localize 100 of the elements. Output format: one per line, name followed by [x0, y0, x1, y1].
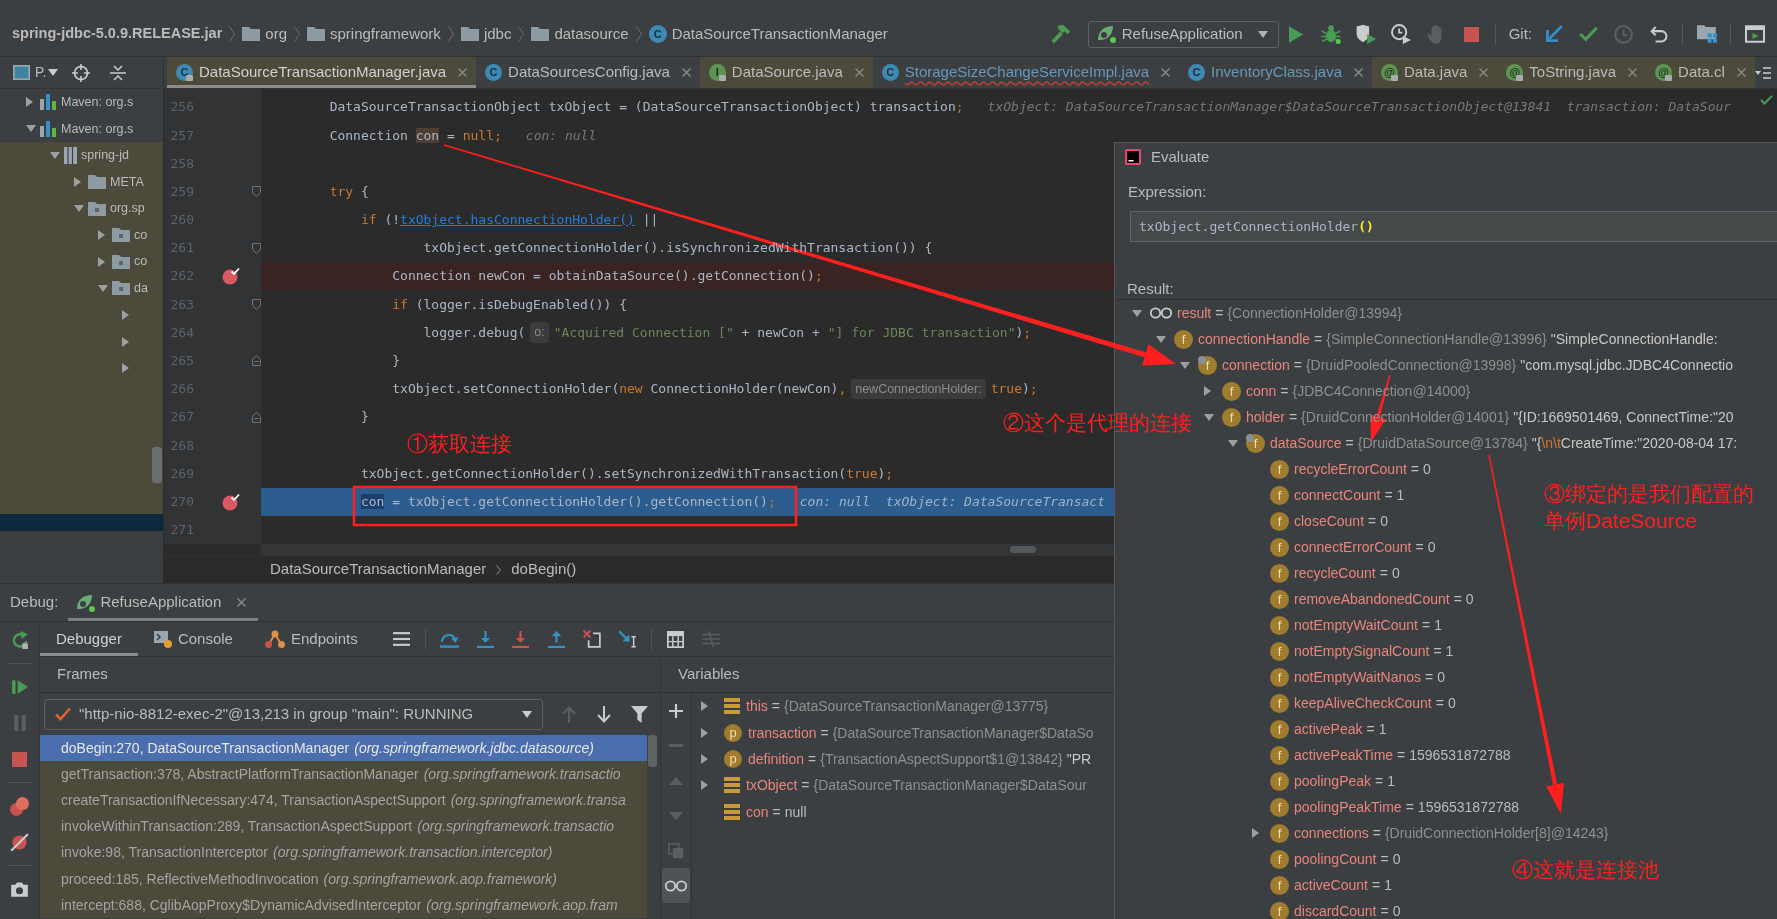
glasses-icon[interactable] — [665, 879, 687, 892]
caret-down-icon[interactable] — [1132, 309, 1142, 317]
plus-icon[interactable] — [669, 703, 683, 718]
breakpoints-icon[interactable] — [10, 796, 29, 816]
close-icon[interactable] — [458, 68, 468, 77]
hammer-icon[interactable] — [1051, 24, 1072, 44]
debugger-tab[interactable]: Console — [137, 622, 249, 656]
stop-icon[interactable] — [12, 751, 27, 767]
bug-icon[interactable] — [1321, 24, 1342, 44]
caret-down-icon[interactable] — [1228, 439, 1238, 447]
caret-down-icon[interactable] — [522, 710, 532, 718]
stack-frame-row[interactable]: proceed:185, ReflectiveMethodInvocation (org.springframework.aop.framework) — [40, 865, 647, 893]
stack-frame-row[interactable]: invoke:98, TransactionInterceptor (org.springframework.transaction.interceptor) — [40, 839, 647, 866]
debugger-tab[interactable]: Endpoints — [248, 622, 374, 656]
debugger-tab[interactable]: Debugger — [40, 622, 138, 656]
caret-down-icon[interactable] — [1180, 361, 1190, 369]
fold-marker-icon[interactable] — [252, 186, 261, 198]
tree-item-label[interactable]: Maven: org.s — [61, 119, 134, 139]
step-into-icon[interactable] — [476, 630, 494, 648]
run-to-cursor-icon[interactable] — [617, 630, 637, 648]
caret-right-icon[interactable] — [1204, 386, 1211, 396]
caret-right-icon[interactable] — [701, 727, 708, 738]
project-view-dropdown[interactable]: P. — [35, 62, 59, 83]
filter-icon[interactable] — [631, 705, 649, 723]
expression-field[interactable]: txObject.getConnectionHolder() — [1130, 211, 1777, 242]
arrow-down-left-icon[interactable] — [1544, 25, 1563, 43]
scrollbar-thumb[interactable] — [648, 735, 657, 767]
session-tab[interactable]: RefuseApplication — [68, 584, 259, 621]
close-icon[interactable] — [1479, 68, 1489, 77]
fold-marker-icon[interactable] — [252, 411, 261, 423]
tree-item-label[interactable]: Maven: org.s — [61, 92, 134, 112]
stop-icon[interactable] — [1463, 26, 1479, 42]
caret-right-icon[interactable] — [98, 256, 105, 267]
stack-frame-row[interactable]: getTransaction:378, AbstractPlatformTransactionManager (org.springframework.transactio — [40, 761, 647, 788]
menu-icon[interactable] — [392, 632, 410, 646]
breadcrumb-item[interactable]: springframework — [330, 22, 441, 46]
tree-item-label[interactable]: co — [134, 252, 148, 272]
close-icon[interactable] — [1354, 68, 1363, 77]
breakpoint-icon[interactable] — [222, 492, 240, 511]
caret-right-icon[interactable] — [26, 97, 33, 108]
force-step-into-icon[interactable] — [512, 630, 530, 648]
folder-grid-icon[interactable] — [1696, 25, 1717, 43]
tree-item-label[interactable]: spring-jd — [81, 146, 129, 165]
editor-tab[interactable]: C DataSourceTransactionManager.java — [167, 57, 477, 88]
fold-marker-icon[interactable] — [252, 242, 261, 254]
tree-item-label[interactable]: org.sp — [110, 199, 145, 219]
close-icon[interactable] — [1736, 68, 1746, 77]
breadcrumb-item[interactable]: org — [265, 22, 287, 46]
step-out-icon[interactable] — [547, 630, 565, 648]
run-configuration-dropdown[interactable]: RefuseApplication — [1087, 20, 1279, 48]
close-icon[interactable] — [237, 598, 247, 607]
caret-right-icon[interactable] — [122, 310, 129, 321]
undo-icon[interactable] — [1649, 25, 1668, 43]
window-play-icon[interactable] — [1744, 25, 1765, 43]
code-link[interactable]: txObject.hasConnectionHolder() — [400, 212, 635, 228]
close-icon[interactable] — [1161, 68, 1171, 77]
caret-down-icon[interactable] — [74, 205, 84, 213]
caret-down-icon[interactable] — [48, 69, 59, 76]
breadcrumb-item[interactable]: DataSourceTransactionManager — [671, 22, 888, 46]
caret-right-icon[interactable] — [122, 363, 129, 374]
breadcrumb-item[interactable]: spring-jdbc-5.0.9.RELEASE.jar — [12, 23, 223, 45]
breadcrumb-item[interactable]: DataSourceTransactionManager — [270, 558, 487, 581]
scrollbar-thumb[interactable] — [152, 447, 162, 483]
tree-item-label[interactable]: META — [110, 172, 144, 192]
resume-icon[interactable] — [10, 678, 29, 696]
breakpoint-icon[interactable] — [222, 267, 240, 286]
breadcrumb-item[interactable]: datasource — [554, 22, 629, 46]
drop-frame-icon[interactable] — [582, 630, 601, 648]
stack-frame-row[interactable]: createTransactionIfNecessary:474, TransactionAspectSupport (org.springframework.transa — [40, 787, 647, 814]
caret-down-icon[interactable] — [1204, 413, 1214, 421]
calculator-icon[interactable] — [667, 630, 685, 648]
stack-frame-row[interactable]: invokeWithinTransaction:289, TransactionAspectSupport (org.springframework.transactio — [40, 813, 647, 840]
tree-item-label[interactable]: da — [134, 279, 148, 298]
caret-right-icon[interactable] — [701, 780, 708, 791]
tab-list-icon[interactable] — [1754, 66, 1771, 79]
close-icon[interactable] — [854, 68, 864, 77]
timer-play-icon[interactable] — [1391, 24, 1412, 44]
camera-icon[interactable] — [10, 880, 29, 898]
rerun-icon[interactable] — [10, 631, 29, 649]
caret-right-icon[interactable] — [74, 177, 81, 188]
check-icon[interactable] — [1579, 26, 1598, 42]
stack-frame-row[interactable]: doBegin:270, DataSourceTransactionManager (org.springframework.jdbc.datasource) — [40, 735, 647, 762]
caret-down-icon[interactable] — [26, 125, 36, 133]
tree-row[interactable]: Maven: org.s — [0, 89, 163, 116]
muted-breakpoint-icon[interactable] — [10, 832, 29, 852]
collapse-icon[interactable] — [110, 64, 127, 81]
tree-row[interactable]: Maven: org.s — [0, 115, 163, 143]
fold-marker-icon[interactable] — [252, 298, 261, 310]
caret-right-icon[interactable] — [122, 336, 129, 347]
play-icon[interactable] — [1289, 25, 1304, 43]
crosshair-icon[interactable] — [72, 63, 91, 82]
close-icon[interactable] — [681, 68, 691, 77]
stack-frame-row[interactable]: intercept:688, CglibAopProxy$DynamicAdvisedInterceptor (org.springframework.aop.fram — [40, 892, 647, 919]
arrow-down-icon[interactable] — [597, 705, 612, 723]
caret-down-icon[interactable] — [50, 152, 60, 159]
caret-right-icon[interactable] — [98, 230, 105, 241]
caret-down-icon[interactable] — [98, 284, 108, 292]
close-icon[interactable] — [1628, 68, 1638, 77]
thread-dropdown[interactable]: "http-nio-8812-exec-2"@13,213 in group "main": RUNNING — [44, 698, 543, 730]
breadcrumb-item[interactable]: jdbc — [483, 22, 512, 46]
